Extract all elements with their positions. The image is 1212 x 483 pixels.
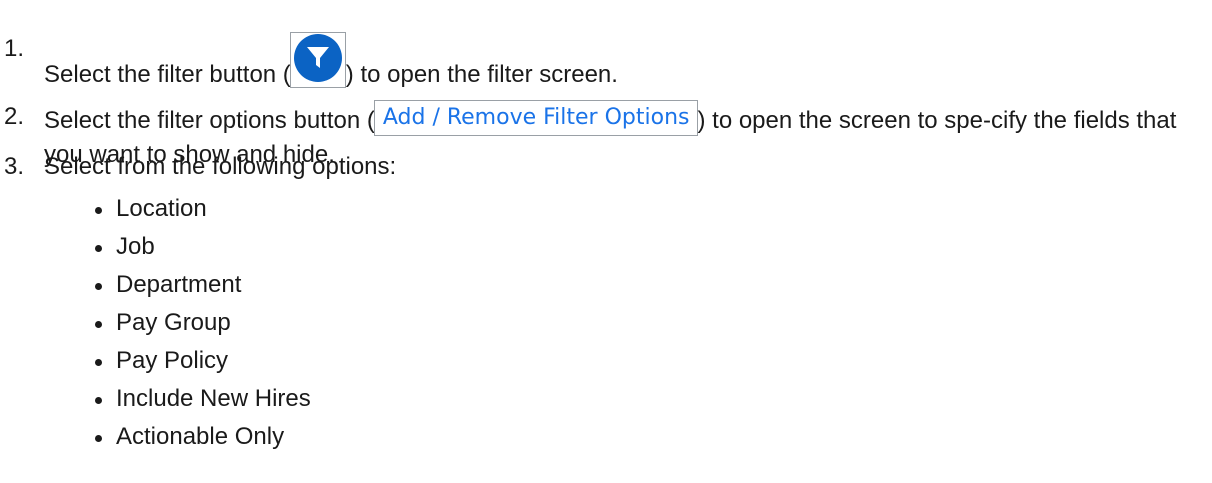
list-item: Department [88, 266, 311, 304]
step-number: 2. [4, 103, 25, 130]
step-text-before: Select the filter button ( [44, 61, 291, 88]
filter-button[interactable] [289, 32, 346, 88]
step-text: Select from the following options: [44, 153, 397, 180]
list-item: Actionable Only [88, 418, 311, 456]
step-1: 1. Select the filter button ( ) to open t… [0, 32, 1204, 92]
options-list: Location Job Department Pay Group Pay Po… [88, 190, 311, 456]
list-item: Job [88, 228, 311, 266]
list-item: Include New Hires [88, 380, 311, 418]
step-number: 1. [4, 35, 25, 62]
add-remove-filter-options-button[interactable]: Add / Remove Filter Options [373, 100, 699, 136]
step-number: 3. [4, 153, 25, 180]
filter-icon [306, 47, 329, 68]
step-3: 3. Select from the following options: [0, 150, 1204, 184]
list-item: Pay Group [88, 304, 311, 342]
step-text-before: Select the filter options button ( [44, 107, 375, 134]
list-item: Location [88, 190, 311, 228]
step-text-after: ) to open the filter screen. [345, 61, 618, 88]
step-text: Select the filter button ( ) to open the … [44, 32, 1204, 92]
list-item: Pay Policy [88, 342, 311, 380]
